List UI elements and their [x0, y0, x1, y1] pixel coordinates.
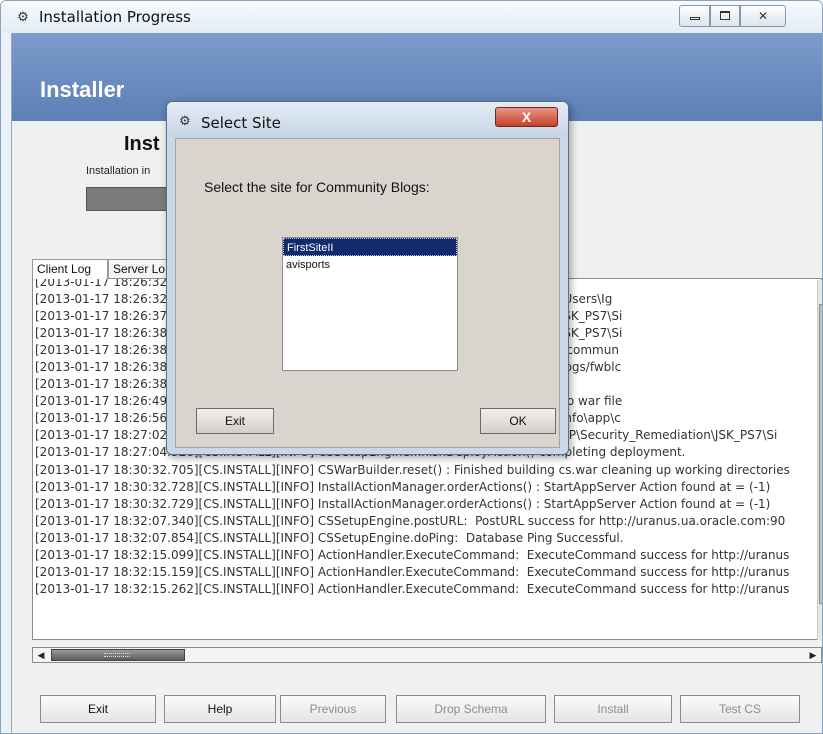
- gear-app-icon: ⚙: [179, 113, 191, 128]
- scroll-right-arrow-icon[interactable]: ▶: [805, 648, 821, 662]
- scroll-left-arrow-icon[interactable]: ◀: [33, 648, 49, 662]
- installation-heading: Inst: [124, 133, 160, 155]
- close-icon: X: [521, 109, 532, 125]
- installation-status-text: Installation in: [86, 165, 151, 177]
- log-line: [2013-01-17 18:30:32.705][CS.INSTALL][IN…: [35, 462, 790, 477]
- scroll-down-arrow-icon[interactable]: ▼: [818, 626, 822, 640]
- scroll-up-arrow-icon[interactable]: ▲: [818, 280, 822, 294]
- log-line: [2013-01-17 18:32:15.262][CS.INSTALL][IN…: [35, 581, 790, 596]
- dialog-title: Select Site: [201, 114, 281, 132]
- dialog-close-button[interactable]: X: [495, 107, 558, 127]
- site-listbox[interactable]: FirstSiteII avisports: [282, 237, 458, 371]
- dialog-titlebar[interactable]: ⚙ Select Site X: [167, 102, 568, 138]
- drop-schema-button[interactable]: Drop Schema: [396, 695, 546, 723]
- maximize-button[interactable]: [710, 5, 740, 27]
- log-vertical-scrollbar[interactable]: ▲ ▼: [817, 280, 822, 640]
- log-line: [2013-01-17 18:32:07.340][CS.INSTALL][IN…: [35, 513, 786, 528]
- minimize-icon: [689, 17, 700, 20]
- site-list-item-firstsite[interactable]: FirstSiteII: [283, 238, 457, 256]
- site-list-item-avisports[interactable]: avisports: [283, 256, 457, 274]
- log-line: [2013-01-17 18:32:07.854][CS.INSTALL][IN…: [35, 530, 624, 545]
- test-cs-button[interactable]: Test CS: [680, 695, 800, 723]
- install-button[interactable]: Install: [554, 695, 672, 723]
- tab-client-log[interactable]: Client Log: [32, 259, 108, 279]
- log-horizontal-scrollbar[interactable]: ◀ ▶: [32, 647, 822, 663]
- horizontal-scroll-thumb[interactable]: [51, 649, 185, 661]
- close-window-button[interactable]: ✕: [740, 5, 786, 27]
- dialog-exit-button[interactable]: Exit: [196, 408, 274, 434]
- select-site-dialog: ⚙ Select Site X Select the site for Comm…: [166, 101, 569, 455]
- window-titlebar[interactable]: ⚙ Installation Progress ✕: [1, 1, 822, 33]
- log-line: [2013-01-17 18:32:15.159][CS.INSTALL][IN…: [35, 564, 790, 579]
- vertical-scroll-thumb[interactable]: [819, 304, 822, 604]
- site-prompt-label: Select the site for Community Blogs:: [204, 179, 430, 195]
- log-line: [2013-01-17 18:30:32.729][CS.INSTALL][IN…: [35, 496, 771, 511]
- dialog-body: Select the site for Community Blogs: Fir…: [175, 138, 560, 448]
- previous-button[interactable]: Previous: [280, 695, 386, 723]
- exit-button[interactable]: Exit: [40, 695, 156, 723]
- help-button[interactable]: Help: [164, 695, 276, 723]
- log-line: [2013-01-17 18:30:32.728][CS.INSTALL][IN…: [35, 479, 771, 494]
- scroll-grip-icon: [104, 653, 130, 657]
- banner-title: Installer: [40, 77, 125, 102]
- minimize-button[interactable]: [679, 5, 710, 27]
- maximize-icon: [720, 11, 730, 20]
- window-title: Installation Progress: [39, 8, 191, 26]
- close-icon: ✕: [757, 9, 769, 23]
- dialog-ok-button[interactable]: OK: [480, 408, 556, 434]
- log-line: [2013-01-17 18:32:15.099][CS.INSTALL][IN…: [35, 547, 790, 562]
- gear-app-icon: ⚙: [17, 9, 29, 24]
